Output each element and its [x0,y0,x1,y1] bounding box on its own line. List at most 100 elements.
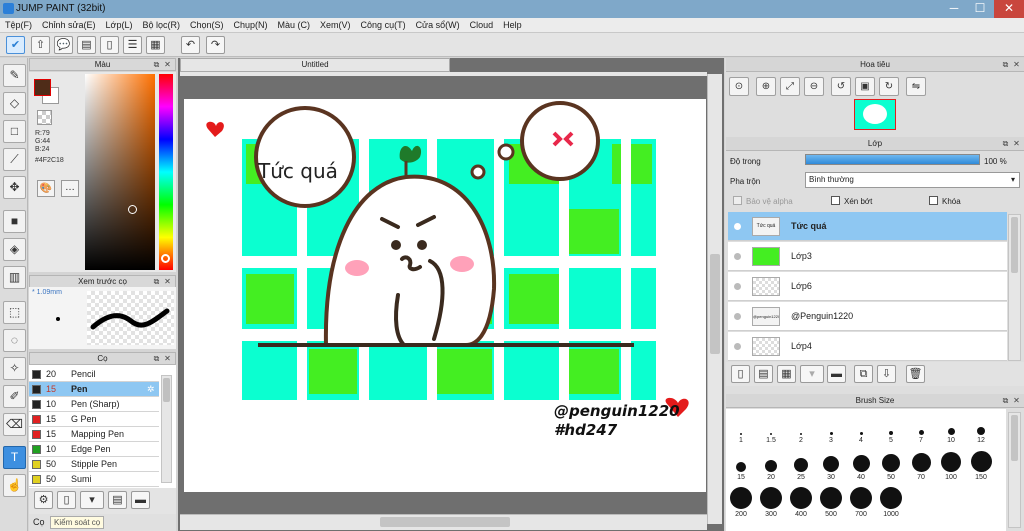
scroll-thumb[interactable] [1011,217,1018,273]
brush-size-option[interactable]: 50 [876,450,906,481]
clipping-checkbox[interactable] [831,196,840,205]
palette-icon[interactable]: 🎨 [37,180,55,197]
trash-icon[interactable]: 🗑 [906,365,925,383]
grid-icon[interactable]: ▦ [146,36,165,54]
visibility-icon[interactable] [734,253,741,260]
gradient-tool-icon[interactable]: ▥ [3,266,26,289]
brush-size-option[interactable]: 5 [876,413,906,444]
blend-mode-select[interactable]: Bình thường ▾ [805,172,1020,188]
new-brush-icon[interactable]: ▯ [57,491,76,509]
menu-capture[interactable]: Chụp(N) [229,18,273,30]
brush-size-option[interactable]: 12 [966,413,996,444]
close-icon[interactable]: ✕ [163,354,172,363]
canvas-vertical-scrollbar[interactable] [707,74,722,524]
folder-icon[interactable]: ▬ [131,491,150,509]
menu-edit[interactable]: Chỉnh sửa(E) [37,18,101,30]
brush-settings-icon[interactable]: ⚙ [34,491,53,509]
visibility-icon[interactable] [734,343,741,350]
layer-menu-icon[interactable]: ▾ [800,365,824,383]
hue-slider[interactable] [159,74,173,270]
protect-alpha-checkbox[interactable] [733,196,742,205]
brush-size-option[interactable]: 4 [846,413,876,444]
move-tool-icon[interactable]: ✥ [3,176,26,199]
duplicate-layer-icon[interactable]: ⧉ [854,365,873,383]
new-layer-copy-icon[interactable]: ▤ [754,365,773,383]
text-tool-icon[interactable]: T [3,446,26,469]
saturation-value-picker[interactable] [85,74,155,270]
menu-window[interactable]: Cửa sổ(W) [411,18,465,30]
brush-size-option[interactable]: 40 [846,450,876,481]
brush-size-option[interactable]: 2 [786,413,816,444]
brush-size-option[interactable]: 10 [936,413,966,444]
brush-size-option[interactable]: 70 [906,450,936,481]
undo-icon[interactable]: ↶ [181,36,200,54]
brush-size-option[interactable]: 400 [786,487,816,518]
fit-icon[interactable]: ⤢ [780,77,800,96]
canvas-horizontal-scrollbar[interactable] [180,514,707,530]
lasso-tool-icon[interactable]: ◌ [3,329,26,352]
select-eraser-icon[interactable]: ⌫ [3,413,26,436]
brush-size-option[interactable]: 100 [936,450,966,481]
brush-size-option[interactable]: 500 [816,487,846,518]
fill-rect-tool-icon[interactable]: ■ [3,210,26,233]
eraser-tool-icon[interactable]: ◇ [3,92,26,115]
brush-size-option[interactable]: 15 [726,450,756,481]
tab-brush[interactable]: Cọ [33,517,45,527]
comment-icon[interactable]: 💬 [54,36,73,54]
navigator-thumbnail[interactable] [854,99,896,130]
brush-item[interactable]: 10 Edge Pen [29,442,159,457]
brush-size-option[interactable]: 700 [846,487,876,518]
layer-row[interactable]: Lớp6 [728,272,1007,301]
redo-icon[interactable]: ↷ [206,36,225,54]
undock-icon[interactable]: ⧉ [1001,139,1010,148]
opacity-slider[interactable] [805,154,980,165]
menu-layer[interactable]: Lớp(L) [101,18,138,30]
magic-wand-icon[interactable]: ✧ [3,357,26,380]
brush-item[interactable]: 50 Stipple Pen [29,457,159,472]
layer-row[interactable]: Lớp3 [728,242,1007,271]
undock-icon[interactable]: ⧉ [1001,60,1010,69]
visibility-icon[interactable] [734,283,741,290]
picker-cursor[interactable] [128,205,137,214]
menu-tools[interactable]: Công cụ(T) [356,18,411,30]
brush-size-option[interactable]: 30 [816,450,846,481]
merge-layer-icon[interactable]: ⇩ [877,365,896,383]
rotate-right-icon[interactable]: ↻ [879,77,899,96]
layer-row[interactable]: @penguin1220 @Penguin1220 [728,302,1007,331]
brush-item[interactable]: 50 Sumi [29,472,159,487]
message-icon[interactable]: ▤ [77,36,96,54]
rotate-reset-icon[interactable]: ▣ [855,77,875,96]
close-icon[interactable]: ✕ [1012,396,1021,405]
close-icon[interactable]: ✕ [1012,139,1021,148]
minimize-button[interactable]: ─ [942,0,966,18]
brush-size-option[interactable]: 3 [816,413,846,444]
primary-color-swatch[interactable] [34,79,51,96]
brush-size-option[interactable]: 1 [726,413,756,444]
hue-cursor[interactable] [161,254,170,263]
zoom-reset-icon[interactable]: ⊙ [729,77,749,96]
tab-brush-control[interactable]: Kiểm soát cọ [50,516,105,529]
undock-icon[interactable]: ⧉ [152,354,161,363]
undock-icon[interactable]: ⧉ [152,60,161,69]
close-icon[interactable]: ✕ [1012,60,1021,69]
new-folder-layer-icon[interactable]: ▦ [777,365,796,383]
brush-item-selected[interactable]: 15 Pen ✲ [29,382,159,397]
select-rect-tool-icon[interactable]: ⬚ [3,301,26,324]
brush-item[interactable]: 10 Pen (Sharp) [29,397,159,412]
bucket-tool-icon[interactable]: ◈ [3,238,26,261]
scroll-thumb[interactable] [380,517,510,527]
transparent-swatch[interactable] [37,110,52,125]
menu-filter[interactable]: Bộ lọc(R) [137,18,185,30]
page-icon[interactable]: ▯ [100,36,119,54]
brush-menu-icon[interactable]: ▾ [80,491,104,509]
scroll-thumb[interactable] [1011,415,1018,461]
undock-icon[interactable]: ⧉ [1001,396,1010,405]
layer-row[interactable]: Lớp4 [728,332,1007,361]
folder-icon[interactable]: ▬ [827,365,846,383]
brush-list-scrollbar[interactable] [161,375,172,483]
flip-icon[interactable]: ⇋ [906,77,926,96]
lock-checkbox[interactable] [929,196,938,205]
line-tool-icon[interactable]: ⟋ [3,148,26,171]
close-icon[interactable]: ✕ [163,60,172,69]
rect-tool-icon[interactable]: □ [3,120,26,143]
